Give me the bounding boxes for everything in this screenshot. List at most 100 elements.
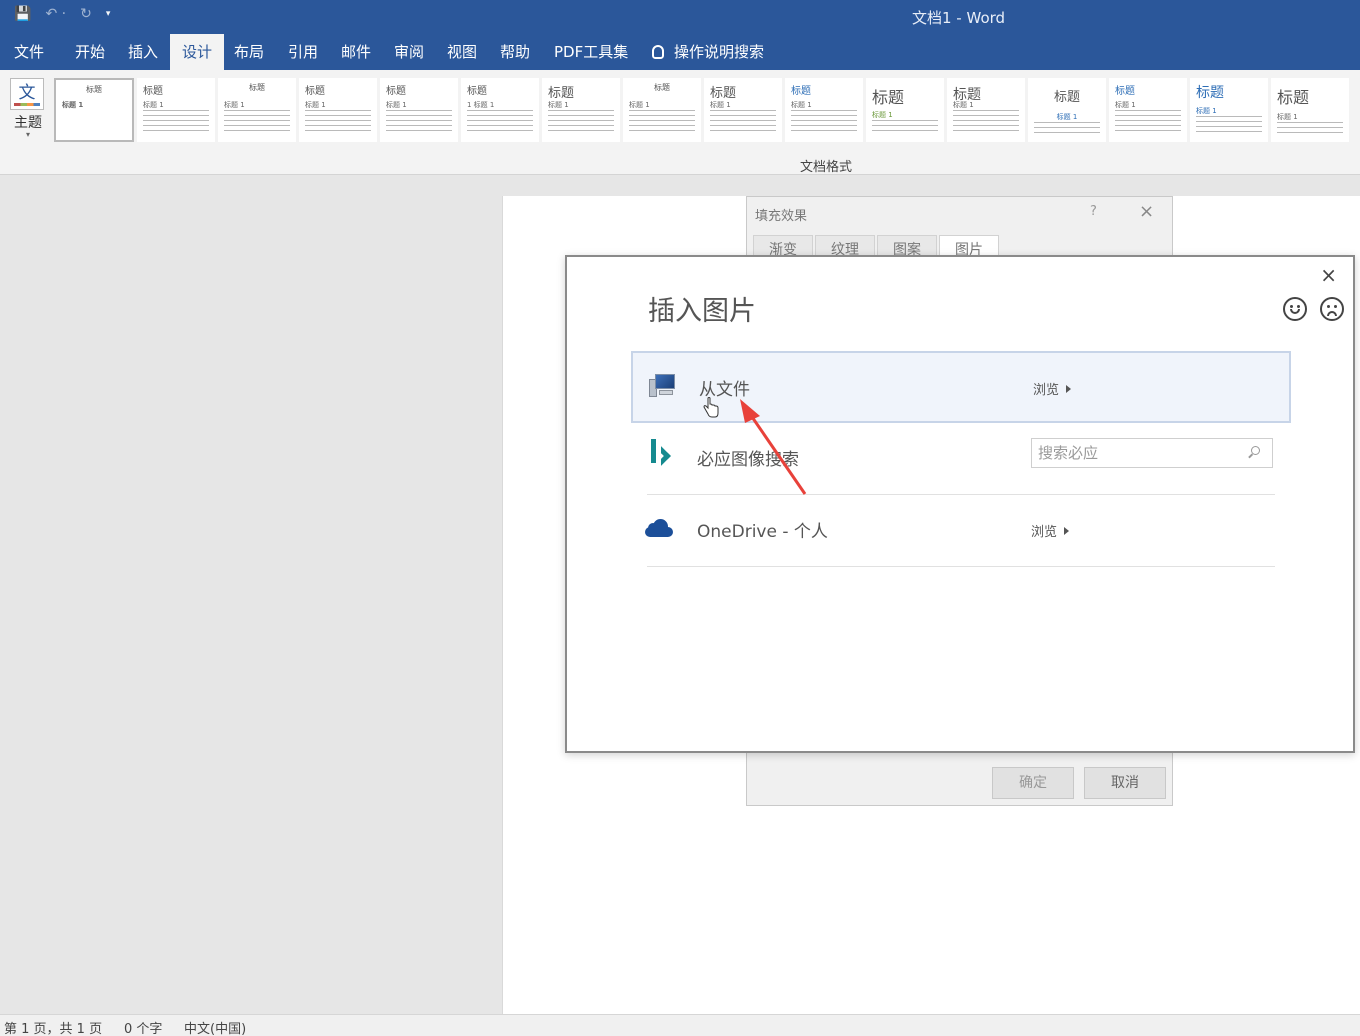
ribbon-tabs: 文件 开始 插入 设计 布局 引用 邮件 审阅 视图 帮助 PDF工具集 操作说…	[0, 34, 1360, 70]
style-set-item[interactable]: 标题 标题 1	[218, 78, 296, 142]
style-heading: 标题	[548, 86, 575, 101]
source-from-file[interactable]: 从文件 浏览	[631, 351, 1291, 423]
tab-review[interactable]: 审阅	[394, 34, 424, 70]
style-subheading: 标题 1	[872, 111, 893, 119]
source-onedrive[interactable]: OneDrive - 个人 浏览	[631, 495, 1291, 567]
tab-help[interactable]: 帮助	[500, 34, 530, 70]
style-subheading: 标题 1	[629, 101, 650, 109]
themes-button[interactable]: 文 主题 ▾	[10, 78, 46, 139]
browse-link[interactable]: 浏览	[1031, 521, 1070, 540]
tell-me-label: 操作说明搜索	[674, 43, 765, 61]
bing-icon	[649, 439, 673, 467]
chevron-down-icon[interactable]: ▾	[106, 9, 111, 19]
style-set-item[interactable]: 标题 标题 1	[1109, 78, 1187, 142]
style-subheading: 标题 1	[710, 101, 731, 109]
help-icon[interactable]: ?	[1090, 204, 1097, 219]
style-set-item[interactable]: 标题 标题 1	[1271, 78, 1349, 142]
style-subheading: 1 标题 1	[467, 101, 495, 109]
tab-view[interactable]: 视图	[447, 34, 477, 70]
caret-right-icon	[1064, 527, 1070, 535]
redo-icon[interactable]: ↻	[80, 6, 92, 22]
style-set-item[interactable]: 标题 标题 1	[623, 78, 701, 142]
tell-me-search[interactable]: 操作说明搜索	[652, 34, 764, 70]
style-heading: 标题	[1277, 88, 1310, 107]
undo-icon[interactable]: ↶ ·	[45, 6, 66, 22]
browse-link[interactable]: 浏览	[1033, 379, 1072, 398]
bing-search-input[interactable]	[1038, 442, 1238, 464]
style-heading: 标题	[1196, 85, 1224, 101]
style-set-item[interactable]: 标题 标题 1	[704, 78, 782, 142]
style-subheading: 标题 1	[791, 101, 812, 109]
tab-insert[interactable]: 插入	[128, 34, 158, 70]
style-set-item[interactable]: 标题 标题 1	[1190, 78, 1268, 142]
close-icon[interactable]: ×	[1320, 263, 1337, 287]
page-count[interactable]: 第 1 页，共 1 页	[4, 1018, 102, 1036]
style-subheading: 标题 1	[1196, 107, 1217, 115]
tab-design[interactable]: 设计	[170, 34, 225, 70]
style-heading: 标题	[143, 86, 163, 97]
bing-search-box	[1031, 438, 1273, 468]
style-subheading: 标题 1	[1115, 101, 1136, 109]
tab-references[interactable]: 引用	[288, 34, 318, 70]
style-set-item[interactable]: 标题 标题 1	[947, 78, 1025, 142]
style-set-item[interactable]: 标题 标题 1	[785, 78, 863, 142]
source-label: OneDrive - 个人	[697, 522, 828, 542]
tab-layout[interactable]: 布局	[234, 34, 264, 70]
onedrive-icon	[645, 519, 675, 537]
search-icon[interactable]	[1251, 446, 1260, 455]
window-title: 文档1 - Word	[912, 9, 1006, 27]
style-heading: 标题	[1115, 86, 1135, 97]
style-set-item[interactable]: 标题 标题 1	[54, 78, 134, 142]
style-heading: 标题	[872, 88, 905, 107]
style-set-item[interactable]: 标题 1 标题 1	[461, 78, 539, 142]
style-subheading: 标题 1	[953, 101, 974, 109]
browse-label: 浏览	[1033, 383, 1060, 398]
caret-right-icon	[1066, 385, 1072, 393]
language-indicator[interactable]: 中文(中国)	[184, 1018, 246, 1036]
style-heading: 标题	[654, 83, 670, 92]
close-icon[interactable]: ×	[1139, 201, 1154, 222]
style-subheading: 标题 1	[1277, 113, 1298, 121]
tab-file[interactable]: 文件	[14, 34, 44, 70]
tab-home[interactable]: 开始	[75, 34, 105, 70]
smile-feedback-icon[interactable]	[1283, 297, 1307, 321]
style-heading: 标题	[386, 86, 406, 97]
cancel-button[interactable]: 取消	[1084, 767, 1166, 799]
style-heading: 标题	[249, 83, 265, 92]
style-subheading: 标题 1	[62, 101, 84, 109]
themes-label: 主题	[14, 115, 42, 131]
lightbulb-icon	[652, 45, 664, 59]
insert-picture-dialog: × 插入图片 从文件 浏览 必应图像搜索 OneDrive - 个人 浏览	[565, 255, 1355, 753]
word-count[interactable]: 0 个字	[124, 1018, 162, 1036]
style-set-item[interactable]: 标题 标题 1	[137, 78, 215, 142]
style-set-item[interactable]: 标题 标题 1	[299, 78, 377, 142]
tab-mailings[interactable]: 邮件	[341, 34, 371, 70]
ribbon-design: 文 主题 ▾ 标题 标题 1 标题 标题 1 标题 标题 1 标题 标题 1 标…	[0, 70, 1360, 175]
style-heading: 标题	[86, 85, 102, 94]
style-set-item[interactable]: 标题 标题 1	[542, 78, 620, 142]
style-set-gallery: 标题 标题 1 标题 标题 1 标题 标题 1 标题 标题 1 标题 标题 1 …	[52, 78, 1360, 144]
style-set-item[interactable]: 标题 标题 1	[380, 78, 458, 142]
style-subheading: 标题 1	[224, 101, 245, 109]
style-set-item[interactable]: 标题 标题 1	[1028, 78, 1106, 142]
style-heading: 标题	[305, 86, 325, 97]
tab-pdf-tools[interactable]: PDF工具集	[554, 34, 628, 70]
style-subheading: 标题 1	[548, 101, 569, 109]
status-bar: 第 1 页，共 1 页 0 个字 中文(中国)	[0, 1014, 1360, 1036]
frown-feedback-icon[interactable]	[1320, 297, 1344, 321]
style-subheading: 标题 1	[143, 101, 164, 109]
style-subheading: 标题 1	[1056, 113, 1078, 121]
style-heading: 标题	[1053, 90, 1080, 105]
theme-icon: 文	[10, 78, 44, 110]
fill-effects-title: 填充效果	[755, 209, 808, 224]
source-label: 必应图像搜索	[697, 450, 799, 470]
browse-label: 浏览	[1031, 525, 1058, 540]
style-subheading: 标题 1	[305, 101, 326, 109]
style-subheading: 标题 1	[386, 101, 407, 109]
save-icon[interactable]: 💾	[14, 6, 31, 22]
ok-button[interactable]: 确定	[992, 767, 1074, 799]
document-formatting-group-label: 文档格式	[800, 160, 853, 175]
computer-icon	[649, 373, 677, 399]
source-bing-image-search: 必应图像搜索	[631, 423, 1291, 495]
style-set-item[interactable]: 标题 标题 1	[866, 78, 944, 142]
